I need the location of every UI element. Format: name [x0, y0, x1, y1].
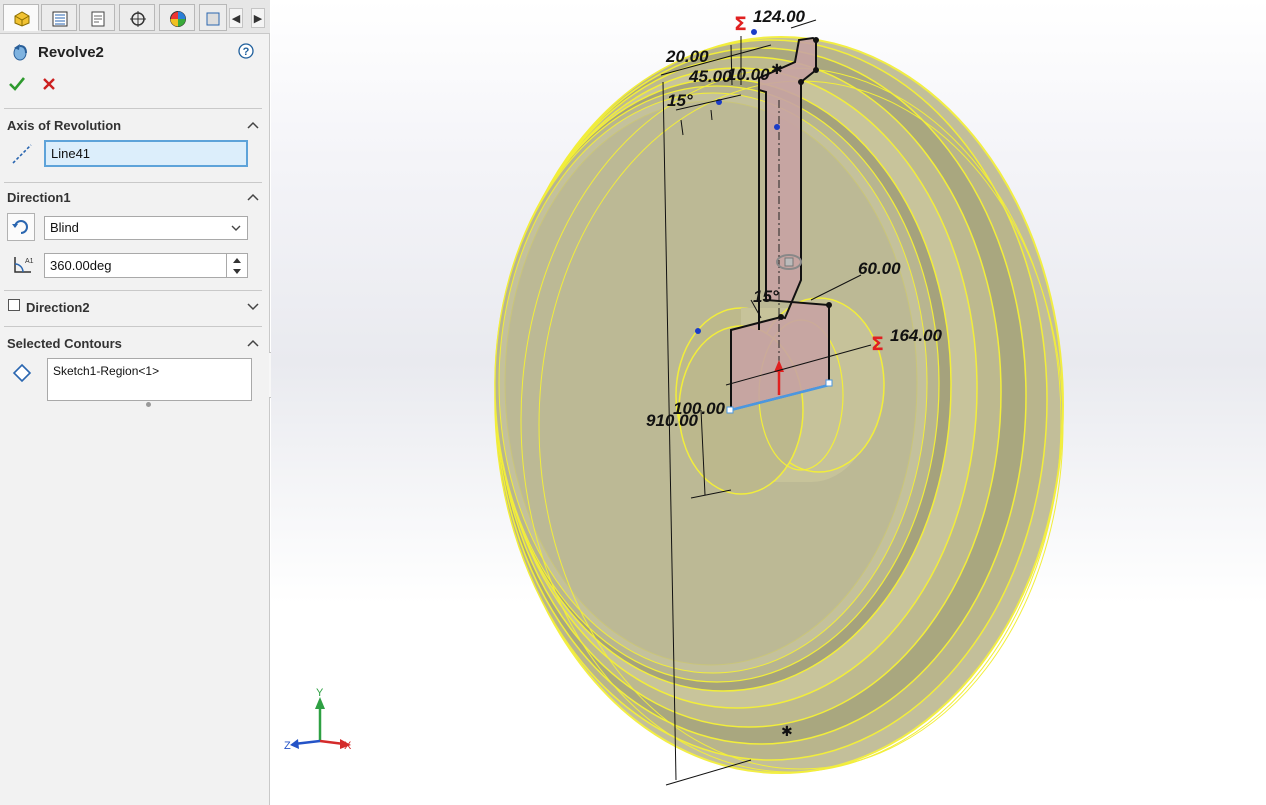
direction1-section-title: Direction1 [7, 190, 71, 205]
part-icon [14, 11, 30, 27]
dimension-label[interactable]: 45.00 [688, 67, 732, 86]
tab-cam[interactable] [199, 4, 227, 31]
help-icon[interactable]: ? [238, 43, 254, 59]
contours-section-title: Selected Contours [7, 336, 122, 351]
property-manager: ◀ ▶ Revolve2 ? Axis of Revolution Line41… [0, 0, 270, 805]
spin-buttons [226, 254, 247, 277]
svg-text:A1: A1 [25, 258, 34, 265]
dimension-label[interactable]: 100.00 [673, 399, 726, 418]
resize-handle[interactable] [146, 402, 151, 407]
tab-display-manager[interactable] [159, 4, 195, 31]
triad-z-label: Z [284, 740, 291, 752]
cam-icon [206, 12, 220, 26]
collapse-chevron-icon[interactable] [247, 337, 259, 349]
dimension-label[interactable]: 60.00 [858, 259, 901, 278]
triad-y-label: Y [316, 687, 324, 699]
direction2-section-title: Direction2 [26, 300, 90, 315]
crosshair-icon [130, 11, 146, 27]
tab-configuration-manager[interactable] [79, 4, 115, 31]
sigma-icon: Σ [871, 333, 884, 355]
model-view[interactable]: ✱ ✱ 124.00 20.00 45.00 10.00 15° 60.00 1… [271, 0, 1266, 805]
tab-feature-manager[interactable] [3, 4, 39, 31]
direction2-checkbox[interactable] [8, 299, 20, 311]
end-condition-select[interactable]: Blind [44, 216, 248, 240]
configuration-icon [91, 11, 105, 27]
svg-text:✱: ✱ [781, 724, 793, 740]
reverse-direction-button[interactable] [7, 213, 35, 241]
dimension-label[interactable]: 10.00 [727, 65, 770, 84]
revolve-icon [13, 44, 27, 61]
axis-section-title: Axis of Revolution [7, 118, 122, 133]
divider [4, 182, 262, 183]
feature-title: Revolve2 [38, 44, 104, 61]
angle-value: 360.00deg [50, 258, 112, 273]
collapse-chevron-icon[interactable] [247, 119, 259, 131]
graphics-area[interactable]: ✱ ✱ 124.00 20.00 45.00 10.00 15° 60.00 1… [271, 0, 1266, 805]
appearance-icon [170, 11, 186, 27]
angle-spinbox[interactable]: 360.00deg [44, 253, 248, 278]
end-condition-value: Blind [50, 220, 79, 235]
dimension-label[interactable]: 15° [753, 287, 779, 306]
axis-triad: Y X Z [284, 687, 352, 752]
dimension-label[interactable]: 164.00 [890, 326, 943, 345]
dimension-label[interactable]: 124.00 [753, 7, 806, 26]
dimension-label[interactable]: 15° [667, 91, 693, 110]
divider [4, 290, 262, 291]
tab-scroll-left-button[interactable]: ◀ [229, 8, 243, 28]
chevron-down-icon [231, 225, 241, 231]
spin-down-icon[interactable] [232, 268, 242, 275]
svg-text:?: ? [243, 46, 250, 58]
property-list-icon [52, 11, 68, 27]
sigma-icon: Σ [734, 13, 747, 35]
spin-up-icon[interactable] [232, 257, 242, 264]
axis-line-icon [12, 144, 32, 164]
reverse-direction-icon [12, 220, 28, 234]
triad-x-label: X [344, 740, 352, 752]
ok-check-icon[interactable] [8, 76, 26, 92]
collapse-chevron-icon[interactable] [247, 191, 259, 203]
angle-icon: A1 [14, 257, 34, 273]
feature-header: Revolve2 ? [8, 40, 268, 64]
tab-dimxpert[interactable] [119, 4, 155, 31]
manager-tabs: ◀ ▶ [0, 0, 270, 34]
divider [4, 108, 262, 109]
axis-of-revolution-field[interactable]: Line41 [44, 140, 248, 167]
expand-chevron-icon[interactable] [247, 300, 259, 312]
tab-property-manager[interactable] [41, 4, 77, 31]
cancel-x-icon[interactable] [42, 77, 56, 91]
contour-icon [12, 363, 32, 383]
tab-scroll-right-button[interactable]: ▶ [251, 8, 265, 28]
dimension-label[interactable]: 20.00 [665, 47, 709, 66]
svg-text:✱: ✱ [771, 62, 783, 78]
selected-contours-list[interactable]: Sketch1-Region<1> [47, 358, 252, 401]
divider [4, 326, 262, 327]
